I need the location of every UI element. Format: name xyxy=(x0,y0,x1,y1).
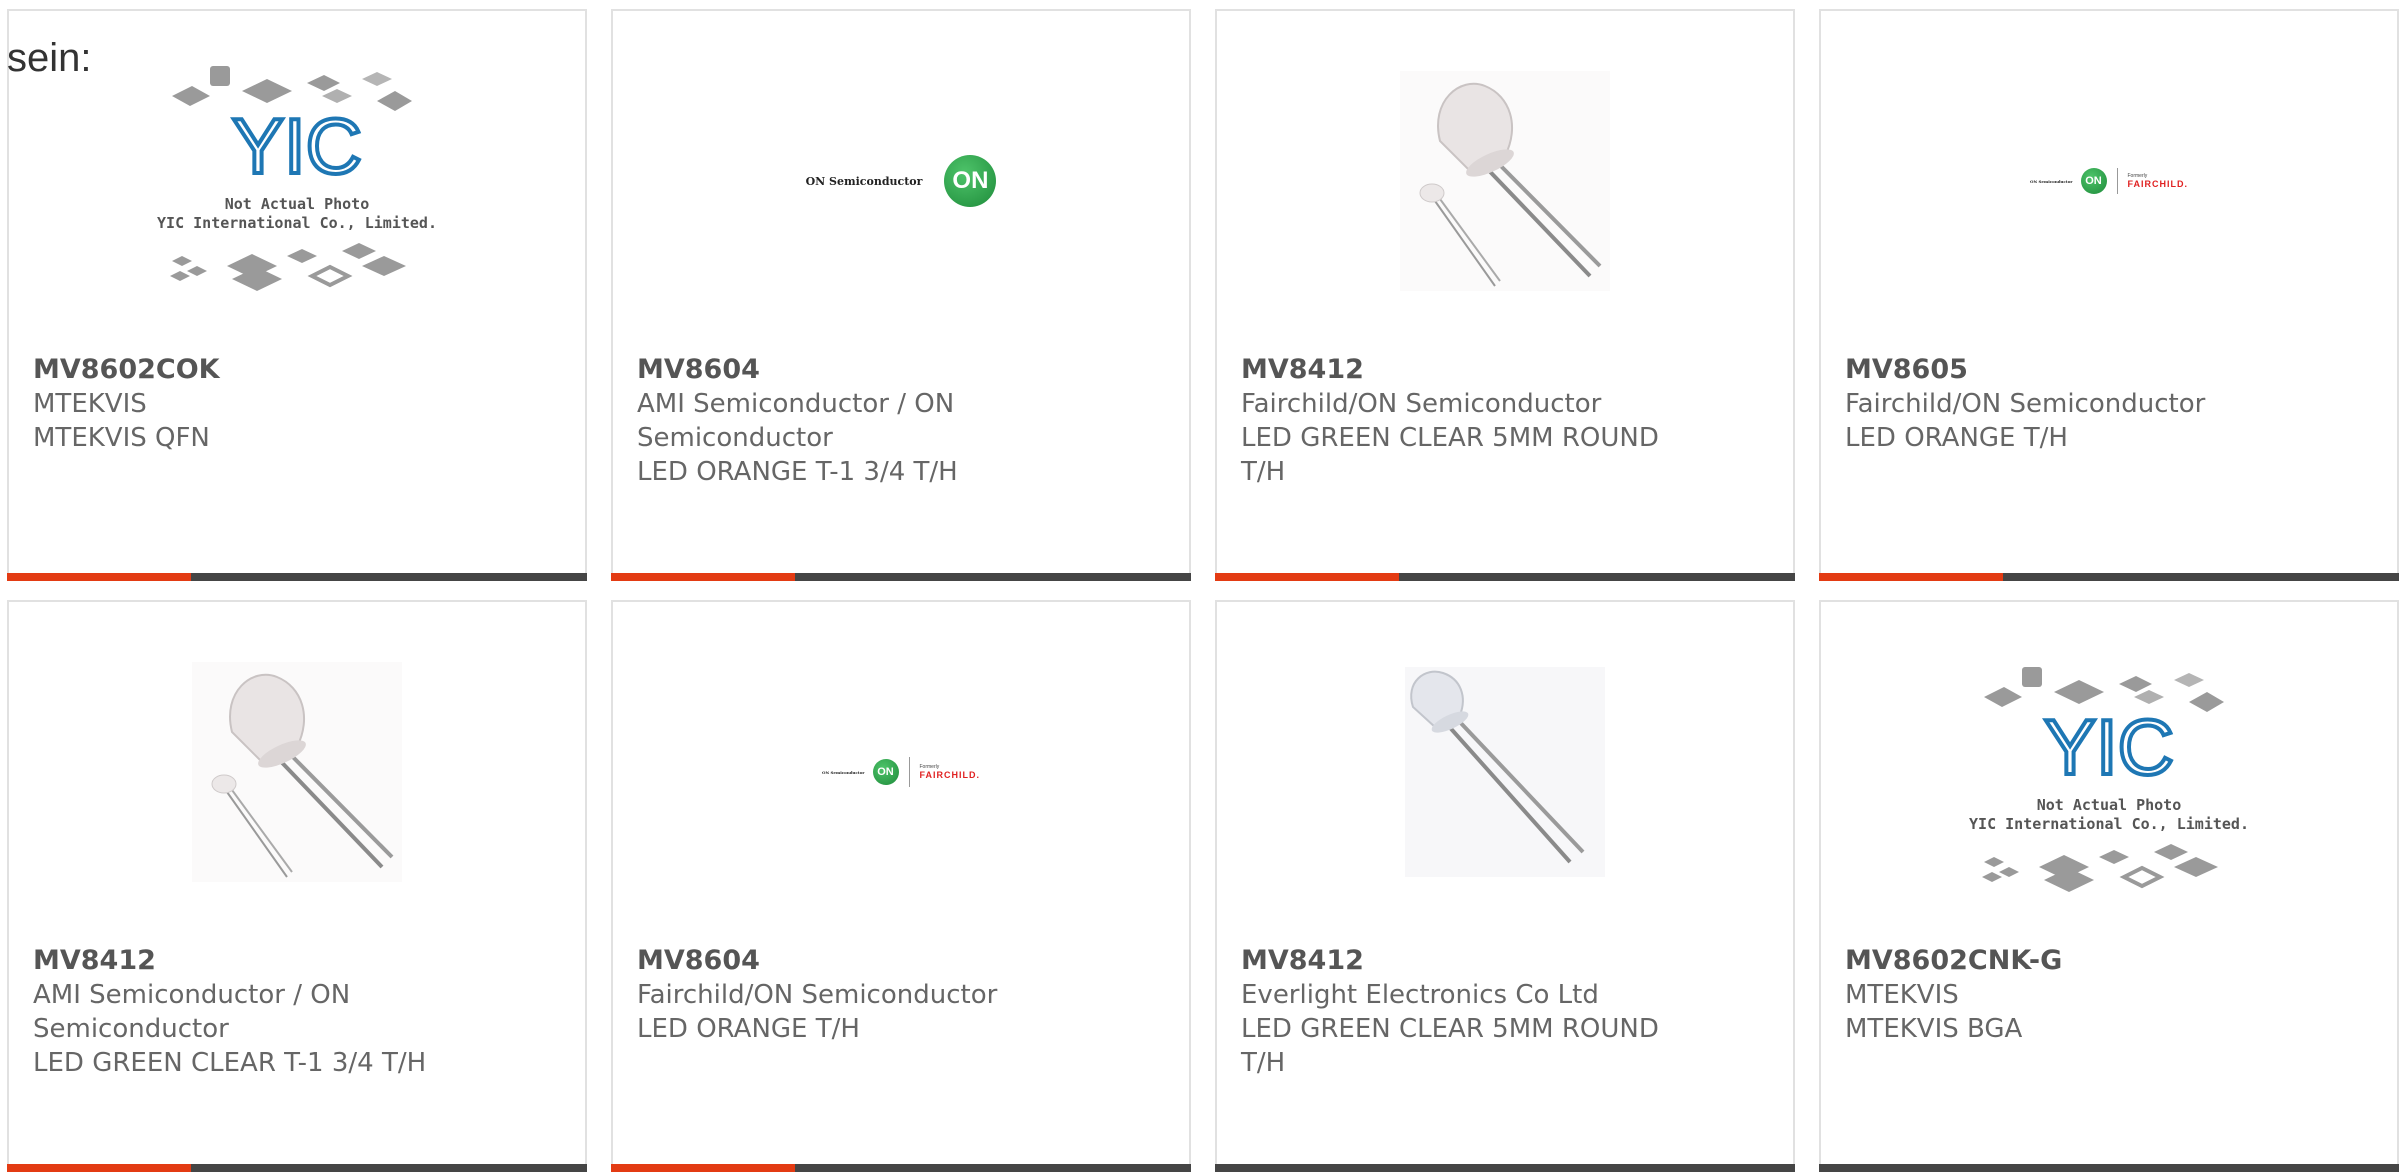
card-bottom-bar xyxy=(611,573,1191,581)
description: LED GREEN CLEAR 5MM ROUND xyxy=(1241,1014,1659,1044)
on-fairchild-logo-icon: ON Semiconductor ON Formerly FAIRCHILD. xyxy=(822,757,980,787)
card-bottom-bar xyxy=(7,1164,587,1172)
svg-text:YIC: YIC xyxy=(232,102,362,190)
manufacturer: Fairchild/ON Semiconductor xyxy=(637,980,998,1010)
product-image[interactable] xyxy=(1217,602,1793,942)
card-bottom-bar xyxy=(1819,573,2399,581)
led-icon xyxy=(1400,71,1610,291)
description: LED GREEN CLEAR 5MM ROUND xyxy=(1241,423,1659,453)
lead-text: sein: xyxy=(7,36,92,80)
led-icon xyxy=(1405,667,1605,877)
description: LED ORANGE T-1 3/4 T/H xyxy=(637,457,958,487)
card-bottom-bar xyxy=(1819,1164,2399,1172)
product-image[interactable] xyxy=(9,602,585,942)
part-number[interactable]: MV8412 xyxy=(33,944,561,978)
part-number[interactable]: MV8412 xyxy=(1241,353,1769,387)
svg-text:YIC: YIC xyxy=(2044,703,2174,791)
product-image[interactable]: ON Semiconductor ON xyxy=(613,11,1189,351)
svg-text:Not Actual Photo: Not Actual Photo xyxy=(225,195,370,213)
manufacturer: Fairchild/ON Semiconductor xyxy=(1845,389,2206,419)
product-card[interactable]: MV8412 Fairchild/ON Semiconductor LED GR… xyxy=(1215,9,1795,581)
description: MTEKVIS BGA xyxy=(1845,1014,2023,1044)
manufacturer: AMI Semiconductor / ON xyxy=(33,980,351,1010)
part-number[interactable]: MV8604 xyxy=(637,944,1165,978)
part-number[interactable]: MV8602COK xyxy=(33,353,561,387)
description: LED ORANGE T/H xyxy=(1845,423,2068,453)
description-cont: T/H xyxy=(1241,1048,1286,1078)
manufacturer: MTEKVIS xyxy=(1845,980,1959,1010)
svg-text:YIC International Co., Limited: YIC International Co., Limited. xyxy=(1969,815,2249,833)
product-image[interactable]: ON Semiconductor ON Formerly FAIRCHILD. xyxy=(613,602,1189,942)
product-card[interactable]: ON Semiconductor ON Formerly FAIRCHILD. … xyxy=(1819,9,2399,581)
product-card[interactable]: ON Semiconductor ON MV8604 AMI Semicondu… xyxy=(611,9,1191,581)
description-cont: T/H xyxy=(1241,457,1286,487)
product-card[interactable]: ON Semiconductor ON Formerly FAIRCHILD. … xyxy=(611,600,1191,1172)
part-number[interactable]: MV8602CNK-G xyxy=(1845,944,2373,978)
card-bottom-bar xyxy=(611,1164,1191,1172)
on-semiconductor-logo-icon: ON Semiconductor ON xyxy=(806,155,997,207)
card-bottom-bar xyxy=(1215,1164,1795,1172)
svg-text:YIC International Co., Limited: YIC International Co., Limited. xyxy=(157,214,437,232)
product-card[interactable]: MV8412 Everlight Electronics Co Ltd LED … xyxy=(1215,600,1795,1172)
product-image[interactable]: YIC Not Actual Photo YIC International C… xyxy=(9,11,585,351)
manufacturer: AMI Semiconductor / ON xyxy=(637,389,955,419)
description: LED ORANGE T/H xyxy=(637,1014,860,1044)
led-icon xyxy=(192,662,402,882)
manufacturer: MTEKVIS xyxy=(33,389,147,419)
manufacturer-cont: Semiconductor xyxy=(637,423,833,453)
manufacturer-cont: Semiconductor xyxy=(33,1014,229,1044)
description: MTEKVIS QFN xyxy=(33,423,210,453)
description: LED GREEN CLEAR T-1 3/4 T/H xyxy=(33,1048,427,1078)
card-bottom-bar xyxy=(7,573,587,581)
product-card[interactable]: YIC Not Actual Photo YIC International C… xyxy=(1819,600,2399,1172)
product-card[interactable]: MV8412 AMI Semiconductor / ON Semiconduc… xyxy=(7,600,587,1172)
product-image[interactable]: ON Semiconductor ON Formerly FAIRCHILD. xyxy=(1821,11,2397,351)
part-number[interactable]: MV8605 xyxy=(1845,353,2373,387)
card-bottom-bar xyxy=(1215,573,1795,581)
product-image[interactable] xyxy=(1217,11,1793,351)
product-image[interactable]: YIC Not Actual Photo YIC International C… xyxy=(1821,602,2397,942)
yic-placeholder-icon: YIC Not Actual Photo YIC International C… xyxy=(1969,667,2249,892)
part-number[interactable]: MV8604 xyxy=(637,353,1165,387)
manufacturer: Everlight Electronics Co Ltd xyxy=(1241,980,1599,1010)
product-card[interactable]: YIC Not Actual Photo YIC International C… xyxy=(7,9,587,581)
svg-text:Not Actual Photo: Not Actual Photo xyxy=(2037,796,2182,814)
part-number[interactable]: MV8412 xyxy=(1241,944,1769,978)
manufacturer: Fairchild/ON Semiconductor xyxy=(1241,389,1602,419)
on-fairchild-logo-icon: ON Semiconductor ON Formerly FAIRCHILD. xyxy=(2030,168,2188,194)
yic-placeholder-icon: YIC Not Actual Photo YIC International C… xyxy=(157,66,437,291)
